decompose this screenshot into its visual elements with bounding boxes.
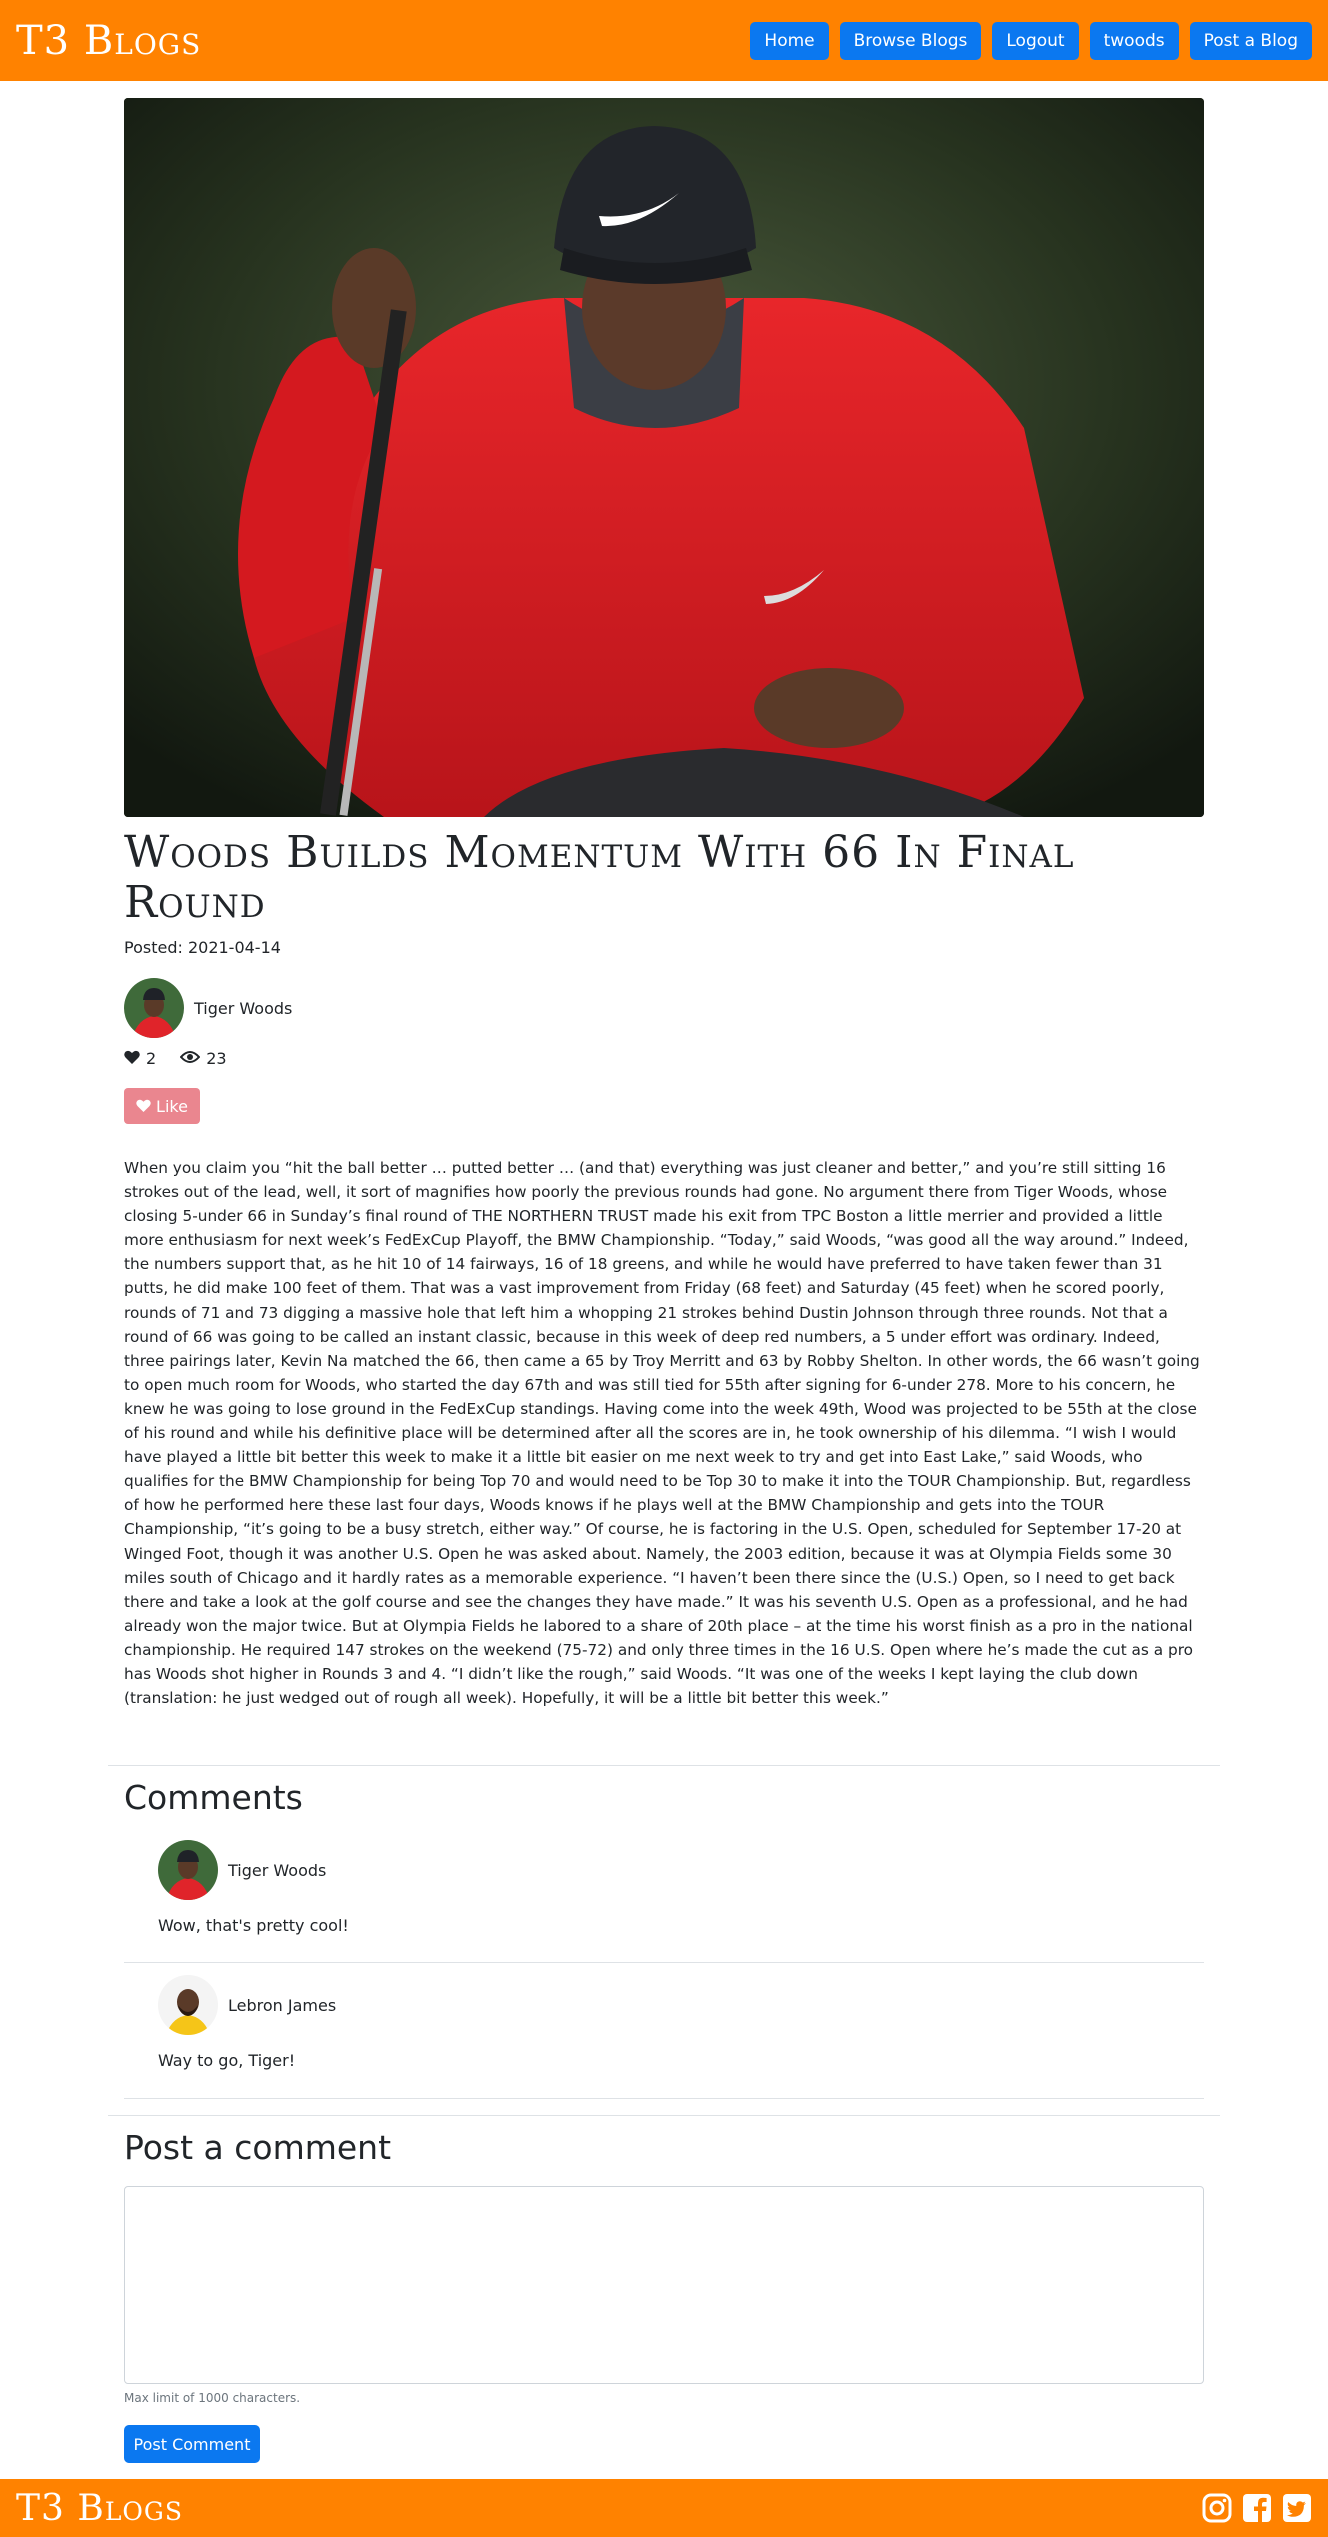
comment-text: Way to go, Tiger!	[158, 2051, 296, 2070]
home-button[interactable]: Home	[750, 21, 829, 60]
post-hero-image	[124, 98, 1204, 817]
comment-textarea[interactable]	[124, 2186, 1204, 2384]
instagram-icon[interactable]	[1202, 2493, 1232, 2523]
post-stats: 2 23	[124, 1049, 227, 1068]
comment-item: Lebron James Way to go, Tiger!	[158, 1975, 336, 2070]
heart-icon	[124, 1049, 140, 1068]
footer-brand[interactable]: T3 Blogs	[16, 2488, 183, 2529]
post-comment-button[interactable]: Post Comment	[124, 2425, 260, 2463]
post-body: When you claim you “hit the ball better …	[124, 1159, 1200, 1708]
browse-blogs-button[interactable]: Browse Blogs	[839, 21, 982, 60]
profile-button[interactable]: twoods	[1089, 21, 1179, 60]
eye-icon	[179, 1049, 201, 1068]
author-avatar-image	[124, 978, 184, 1038]
comment-avatar-image	[158, 1975, 218, 2035]
twitter-icon[interactable]	[1282, 2493, 1312, 2523]
comment-avatar[interactable]	[158, 1975, 218, 2035]
comment-author[interactable]: Lebron James	[228, 1996, 336, 2015]
heart-icon	[136, 1097, 151, 1116]
navbar: T3 Blogs Home Browse Blogs Logout twoods…	[0, 0, 1328, 81]
nav-buttons: Home Browse Blogs Logout twoods Post a B…	[750, 21, 1312, 60]
facebook-icon[interactable]	[1242, 2493, 1272, 2523]
author-row[interactable]: Tiger Woods	[124, 978, 292, 1038]
author-avatar[interactable]	[124, 978, 184, 1038]
comment-text: Wow, that's pretty cool!	[158, 1916, 349, 1935]
comment-item: Tiger Woods Wow, that's pretty cool!	[158, 1840, 349, 1935]
comment-avatar[interactable]	[158, 1840, 218, 1900]
comment-avatar-image	[158, 1840, 218, 1900]
social-links	[1202, 2493, 1312, 2523]
comment-author[interactable]: Tiger Woods	[228, 1861, 326, 1880]
views-count: 23	[206, 1049, 227, 1068]
post-title: Woods Builds Momentum With 66 In Final R…	[124, 827, 1075, 928]
like-button[interactable]: Like	[124, 1088, 200, 1124]
brand-logo[interactable]: T3 Blogs	[16, 18, 201, 64]
comments-title: Comments	[124, 1778, 303, 1817]
divider	[108, 1765, 1220, 1766]
logout-button[interactable]: Logout	[992, 21, 1079, 60]
comment-divider	[124, 2098, 1204, 2099]
like-button-label: Like	[156, 1096, 188, 1116]
author-name[interactable]: Tiger Woods	[194, 999, 292, 1018]
footer: T3 Blogs	[0, 2479, 1328, 2537]
likes-count: 2	[146, 1049, 157, 1068]
comment-header: Lebron James	[158, 1975, 336, 2035]
character-limit-hint: Max limit of 1000 characters.	[124, 2391, 301, 2405]
divider	[108, 2115, 1220, 2116]
post-blog-button[interactable]: Post a Blog	[1189, 21, 1312, 60]
golfer-photo	[124, 98, 1204, 817]
post-comment-title: Post a comment	[124, 2128, 392, 2167]
comment-divider	[124, 1962, 1204, 1963]
comment-header: Tiger Woods	[158, 1840, 349, 1900]
posted-date: Posted: 2021-04-14	[124, 938, 281, 957]
